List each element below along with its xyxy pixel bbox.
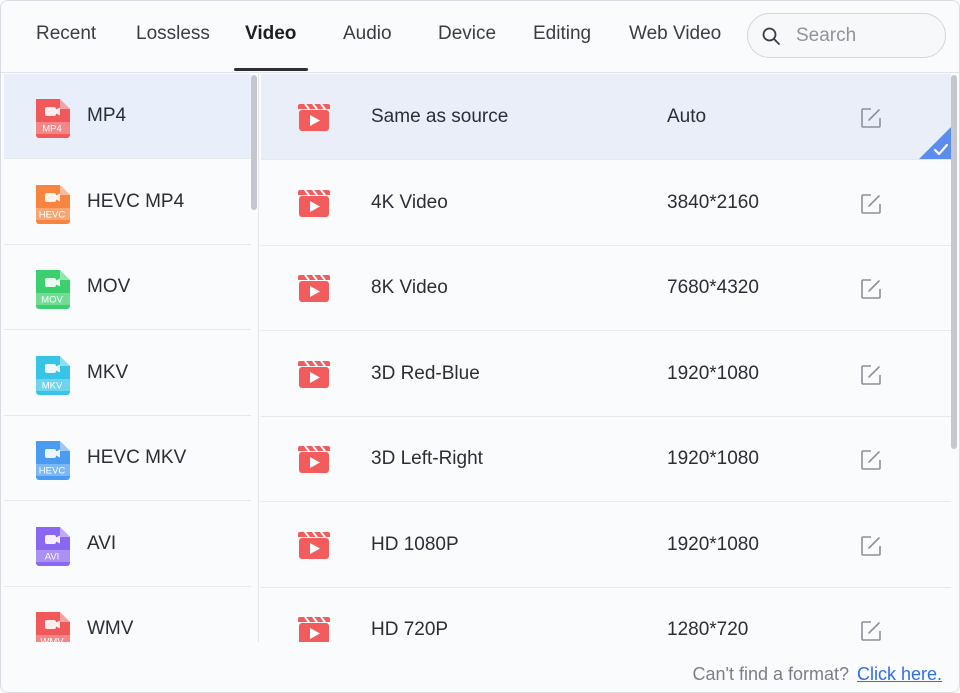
edit-icon[interactable] xyxy=(859,192,883,216)
video-clapper-icon xyxy=(298,274,330,302)
video-clapper-icon xyxy=(298,445,330,473)
preset-resolution: Auto xyxy=(667,106,707,127)
preset-row[interactable]: 3D Left-Right 1920*1080 xyxy=(261,416,951,502)
tab-video[interactable]: Video xyxy=(245,23,296,49)
preset-resolution: 1920*1080 xyxy=(667,533,759,555)
preset-resolution: 1920*1080 xyxy=(667,448,759,469)
video-clapper-icon xyxy=(298,103,330,131)
preset-resolution: 3840*2160 xyxy=(667,191,759,213)
preset-name: HD 720P xyxy=(371,619,449,640)
search-icon xyxy=(762,27,780,45)
format-label: MP4 xyxy=(87,105,127,126)
svg-text:HEVC: HEVC xyxy=(39,209,66,220)
preset-row[interactable]: 3D Red-Blue 1920*1080 xyxy=(261,331,951,417)
preset-name: 4K Video xyxy=(371,191,448,213)
format-label: AVI xyxy=(87,532,117,554)
tab-recent[interactable]: Recent xyxy=(36,23,96,49)
footer-prompt: Can't find a format? xyxy=(692,664,849,684)
tab-device[interactable]: Device xyxy=(438,23,496,49)
preset-resolution: 1920*1080 xyxy=(667,362,759,384)
video-clapper-icon xyxy=(298,359,330,388)
preset-row[interactable]: 8K Video 7680*4320 xyxy=(261,245,951,331)
preset-name: 8K Video xyxy=(371,277,448,298)
format-item-avi[interactable]: AVI AVI xyxy=(4,502,251,587)
format-label: WMV xyxy=(87,618,134,639)
tab-editing[interactable]: Editing xyxy=(533,23,591,49)
edit-icon[interactable] xyxy=(859,619,883,642)
file-format-icon: AVI xyxy=(33,526,71,566)
format-item-wmv[interactable]: WMV WMV xyxy=(4,587,251,642)
format-label: MOV xyxy=(87,276,131,297)
format-item-mp4[interactable]: MP4 MP4 xyxy=(4,74,251,159)
tab-web-video[interactable]: Web Video xyxy=(629,23,721,49)
click-here-link[interactable]: Click here. xyxy=(857,664,942,685)
format-item-mov[interactable]: MOV MOV xyxy=(4,245,251,330)
edit-icon[interactable] xyxy=(859,448,883,472)
panel-divider xyxy=(258,74,259,642)
edit-icon[interactable] xyxy=(859,277,883,301)
svg-text:MOV: MOV xyxy=(41,295,63,306)
edit-icon[interactable] xyxy=(859,534,883,558)
video-clapper-icon xyxy=(298,616,330,642)
file-format-icon: WMV xyxy=(33,612,71,642)
file-format-icon: HEVC xyxy=(33,184,71,224)
preset-name: 3D Left-Right xyxy=(371,448,483,469)
search-box[interactable] xyxy=(747,13,946,58)
search-input[interactable] xyxy=(796,22,936,50)
edit-icon[interactable] xyxy=(859,363,883,387)
preset-row[interactable]: HD 1080P 1920*1080 xyxy=(261,502,951,588)
footer: Can't find a format? Click here. xyxy=(1,642,959,692)
preset-resolution: 1280*720 xyxy=(667,619,749,640)
format-tab-bar: Recent Lossless Video Audio Device Editi… xyxy=(1,1,959,73)
video-clapper-icon xyxy=(298,530,330,559)
svg-text:MP4: MP4 xyxy=(42,124,62,135)
edit-icon[interactable] xyxy=(859,106,883,130)
format-item-hevc-mp4[interactable]: HEVC HEVC MP4 xyxy=(4,160,251,245)
file-format-icon: MP4 xyxy=(33,99,71,138)
format-label: HEVC MKV xyxy=(87,447,187,468)
format-label: MKV xyxy=(87,361,129,383)
file-format-icon: HEVC xyxy=(33,441,71,480)
tab-lossless[interactable]: Lossless xyxy=(136,23,210,49)
preset-row[interactable]: 4K Video 3840*2160 xyxy=(261,160,951,246)
preset-list: Same as source Auto 4K Video 3840*2160 8K Vi… xyxy=(261,74,951,642)
tab-audio[interactable]: Audio xyxy=(343,23,392,49)
preset-name: HD 1080P xyxy=(371,533,459,555)
svg-text:MKV: MKV xyxy=(42,380,63,391)
format-item-mkv[interactable]: MKV MKV xyxy=(4,331,251,416)
preset-row[interactable]: Same as source Auto xyxy=(261,74,951,160)
svg-text:HEVC: HEVC xyxy=(39,466,66,477)
format-item-hevc-mkv[interactable]: HEVC HEVC MKV xyxy=(4,416,251,501)
preset-row[interactable]: HD 720P 1280*720 xyxy=(261,587,951,642)
format-list-scrollbar[interactable] xyxy=(251,75,257,210)
active-tab-indicator xyxy=(234,68,308,71)
file-format-icon: MKV xyxy=(33,355,71,395)
format-dialog: Recent Lossless Video Audio Device Editi… xyxy=(0,0,960,693)
video-clapper-icon xyxy=(298,188,330,217)
svg-text:AVI: AVI xyxy=(45,551,60,562)
preset-name: 3D Red-Blue xyxy=(371,362,480,384)
preset-resolution: 7680*4320 xyxy=(667,277,759,298)
preset-name: Same as source xyxy=(371,106,509,127)
preset-list-scrollbar[interactable] xyxy=(951,75,957,449)
format-list: MP4 MP4 HEVC HEVC MP4 MOV MOV MKV MKV HEVC HEVC M… xyxy=(4,74,251,642)
file-format-icon: MOV xyxy=(33,270,71,309)
checkmark-icon xyxy=(919,127,951,159)
format-label: HEVC MP4 xyxy=(87,190,185,212)
